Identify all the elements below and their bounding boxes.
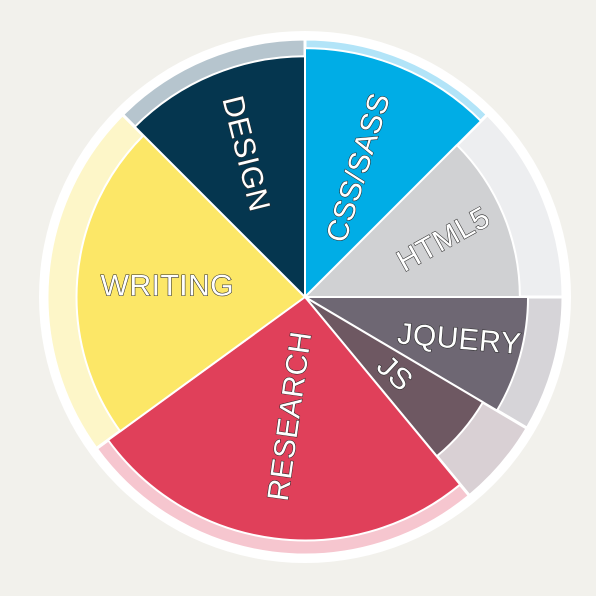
label-writing: WRITING [101,270,234,303]
skills-pie-wheel: CSS/SASSHTML5JQUERYJSRESEARCHWRITINGDESI… [39,31,571,563]
